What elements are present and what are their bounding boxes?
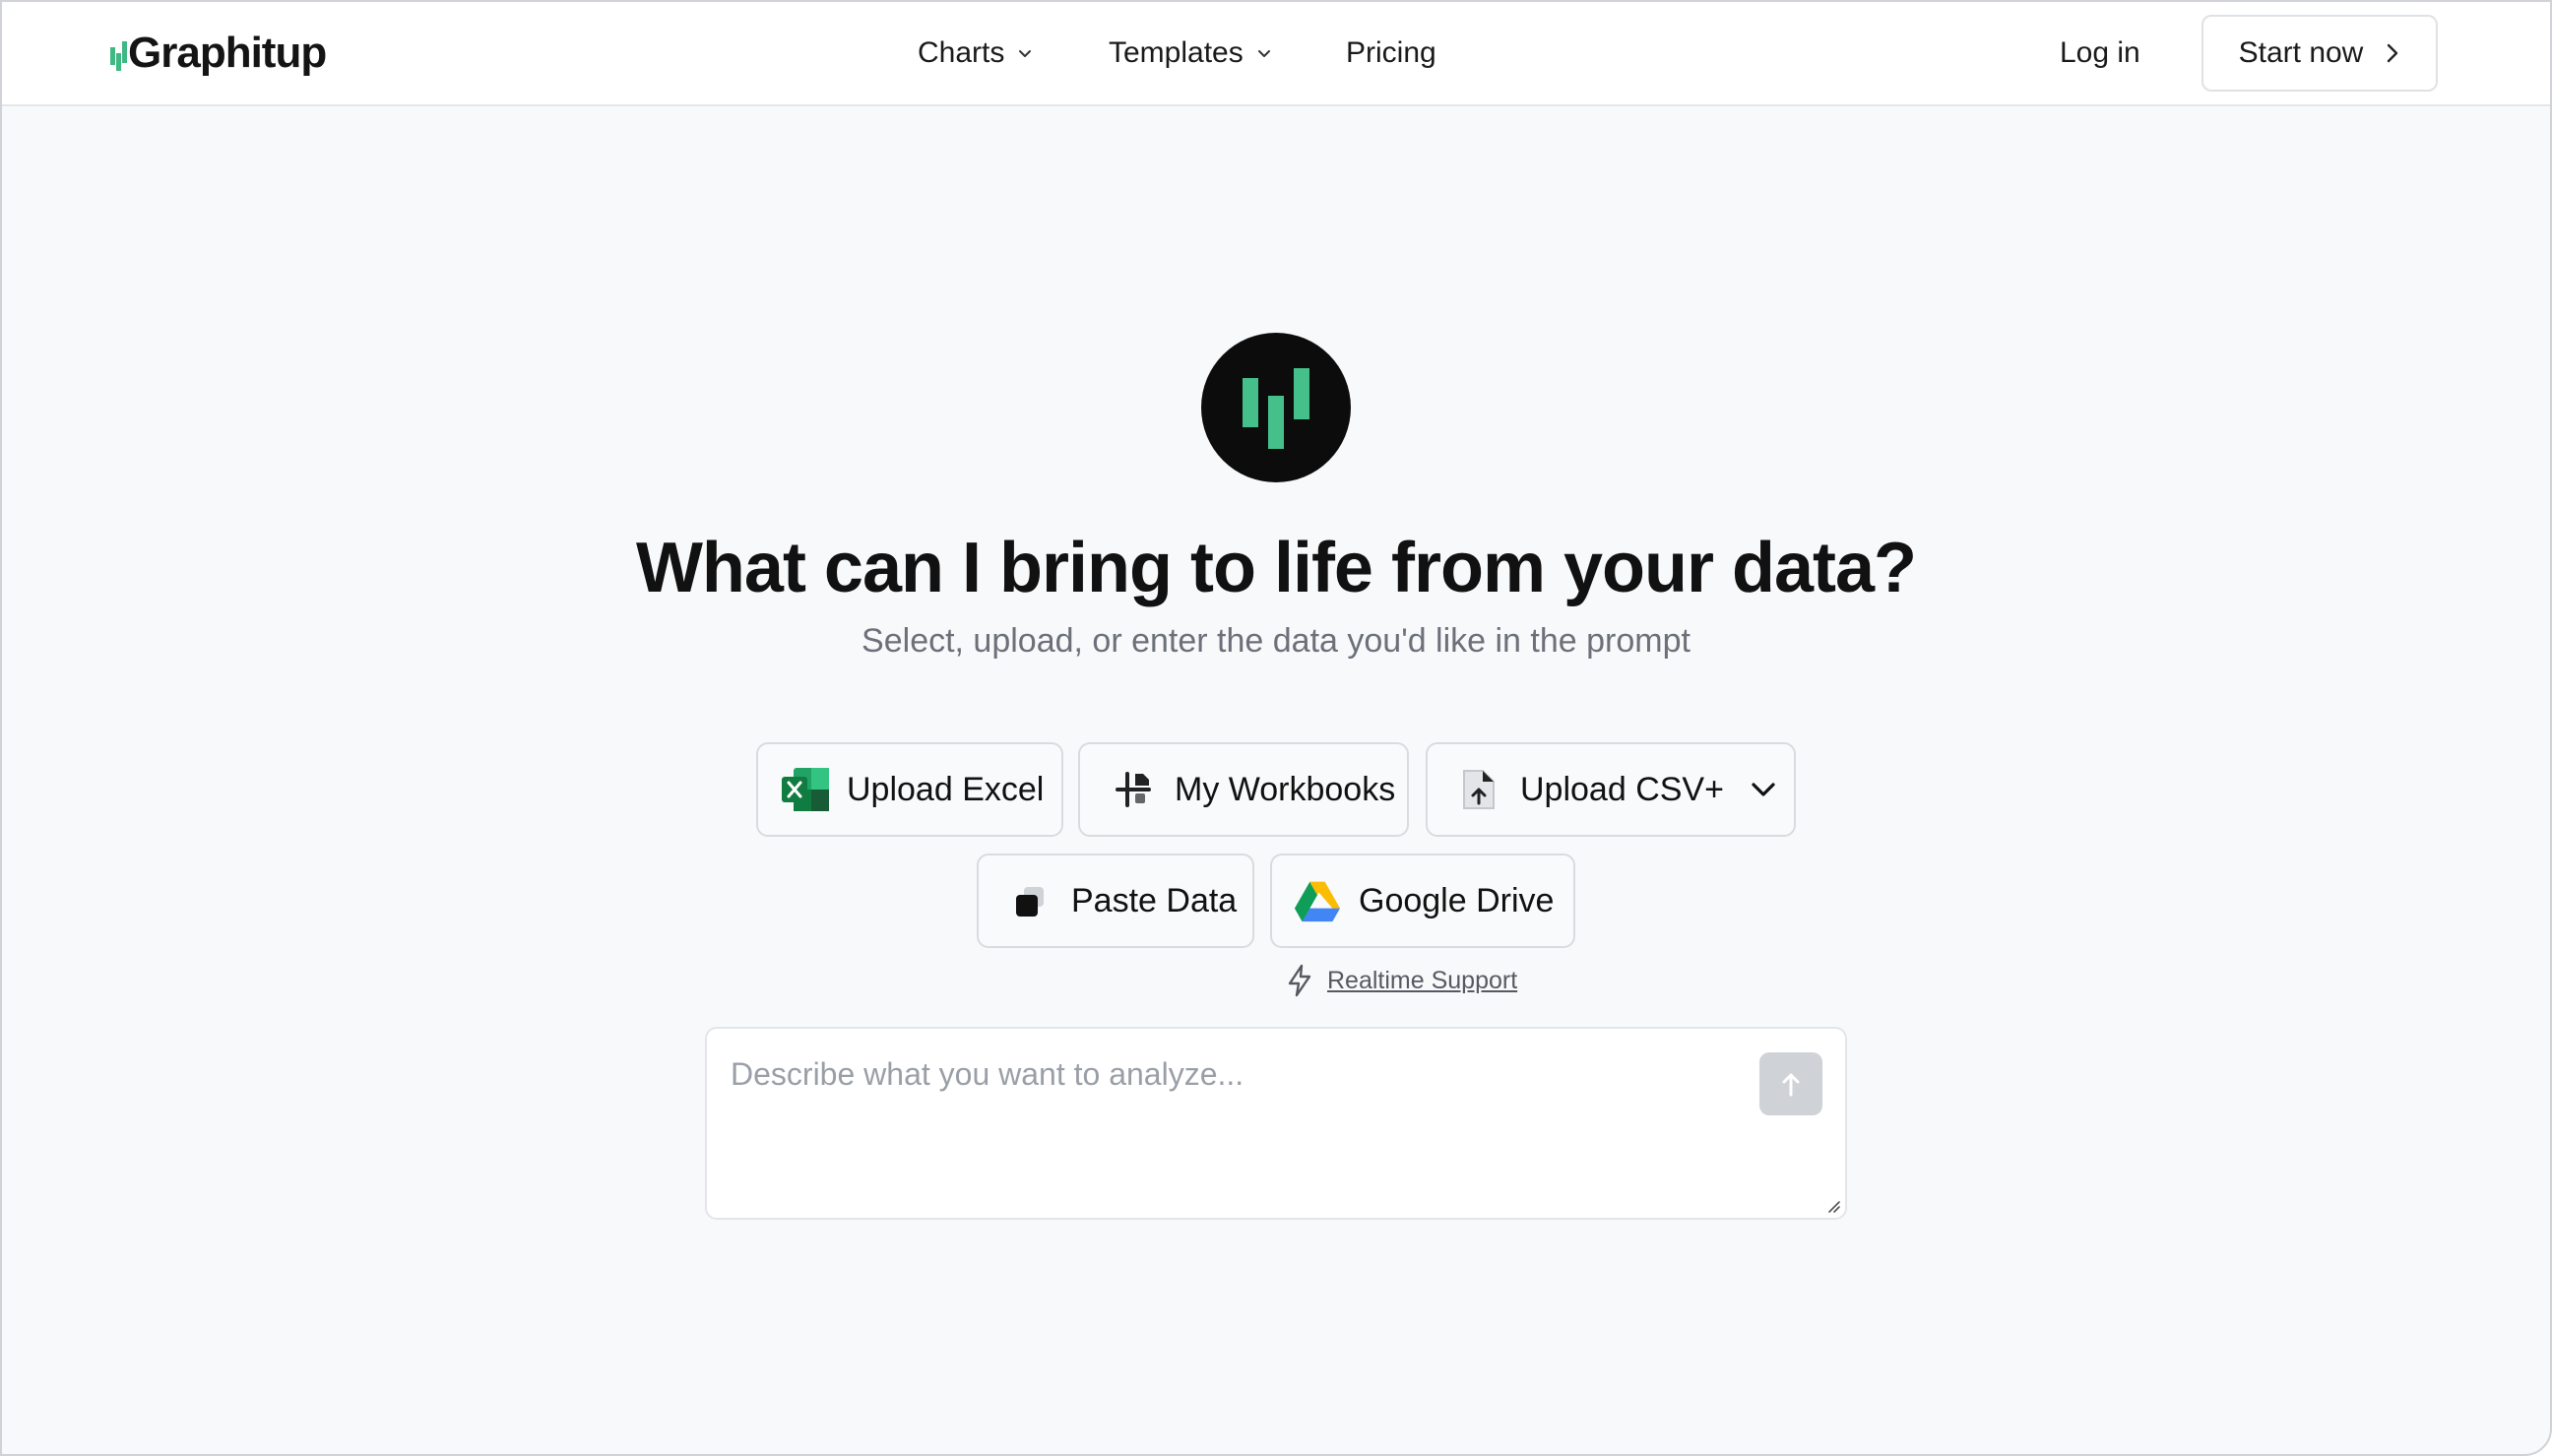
nav-pricing[interactable]: Pricing <box>1346 28 1436 79</box>
nav-templates-label: Templates <box>1109 36 1244 69</box>
lightning-icon <box>1288 964 1311 997</box>
app-window: Graphitup Charts Templates Pricing Log i… <box>0 0 2552 1456</box>
hero-logo-icon <box>1201 333 1351 482</box>
nav-charts-label: Charts <box>918 36 1005 69</box>
upload-excel-label: Upload Excel <box>847 770 1045 808</box>
chevron-down-icon <box>1257 50 1270 57</box>
chevron-right-icon <box>2388 43 2398 63</box>
my-workbooks-button[interactable]: My Workbooks <box>1078 742 1409 837</box>
top-navbar: Graphitup Charts Templates Pricing Log i… <box>2 2 2550 106</box>
chevron-down-icon <box>1019 50 1032 57</box>
paste-data-label: Paste Data <box>1071 881 1238 919</box>
my-workbooks-label: My Workbooks <box>1175 770 1396 808</box>
bar-chart-logo-icon <box>110 33 127 73</box>
send-button[interactable] <box>1759 1052 1822 1115</box>
page-subtitle: Select, upload, or enter the data you'd … <box>861 622 1691 660</box>
file-upload-icon <box>1455 766 1502 813</box>
upload-csv-button[interactable]: Upload CSV+ <box>1426 742 1796 837</box>
nav-templates[interactable]: Templates <box>1109 28 1273 79</box>
login-link[interactable]: Log in <box>2060 28 2140 79</box>
workbook-grid-icon <box>1110 766 1157 813</box>
prompt-input[interactable] <box>707 1029 1845 1218</box>
paste-icon <box>1006 877 1053 924</box>
nav-charts[interactable]: Charts <box>918 28 1034 79</box>
paste-data-button[interactable]: Paste Data <box>977 854 1254 948</box>
google-drive-button[interactable]: Google Drive <box>1270 854 1575 948</box>
upload-csv-label: Upload CSV+ <box>1520 770 1724 808</box>
google-drive-icon <box>1294 877 1341 924</box>
upload-excel-button[interactable]: Upload Excel <box>756 742 1063 837</box>
realtime-support-link[interactable]: Realtime Support <box>1327 967 1517 995</box>
excel-icon <box>782 766 829 813</box>
brand-name: Graphitup <box>128 29 327 77</box>
nav-pricing-label: Pricing <box>1346 36 1436 69</box>
page-title: What can I bring to life from your data? <box>635 529 1917 607</box>
realtime-support: Realtime Support <box>1286 961 1517 1000</box>
brand-logo[interactable]: Graphitup <box>110 24 327 83</box>
google-drive-label: Google Drive <box>1359 881 1555 919</box>
resize-handle-icon[interactable] <box>1825 1198 1841 1214</box>
start-now-button[interactable]: Start now <box>2201 15 2438 92</box>
chevron-down-icon[interactable] <box>1750 780 1777 799</box>
prompt-box <box>705 1027 1847 1220</box>
arrow-up-icon <box>1782 1073 1800 1097</box>
start-now-label: Start now <box>2238 36 2364 69</box>
